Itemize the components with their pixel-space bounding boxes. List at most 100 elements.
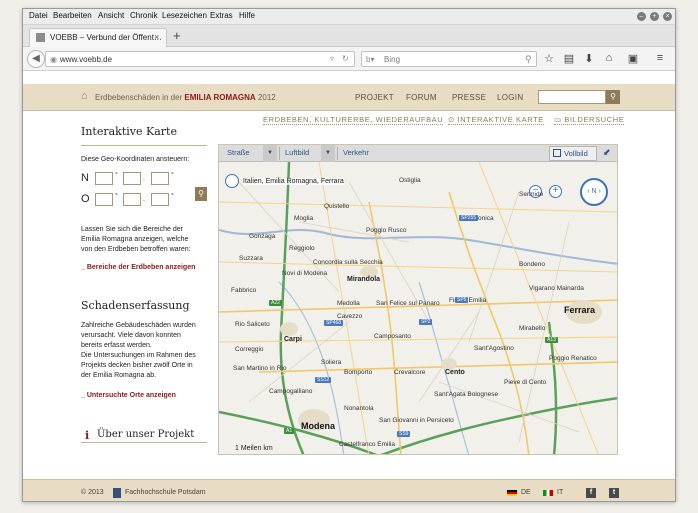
map-place-label: Cavezzo (337, 313, 363, 320)
nav-login[interactable]: LOGIN (497, 93, 523, 102)
map-aerial-button[interactable]: Luftbild (285, 148, 309, 157)
map-place-label: Campogalliano (269, 388, 313, 395)
map-location-label: Italien, Emilia Romagna, Ferrara (243, 178, 344, 185)
map-road-button[interactable]: Straße (227, 148, 250, 157)
search-bar[interactable]: b▾ Bing ⚲ (361, 51, 537, 67)
map-place-label: Concordia sulla Secchia (313, 259, 383, 266)
facebook-icon[interactable]: f (586, 488, 596, 498)
url-text[interactable]: www.voebb.de (60, 55, 112, 64)
subnav-karte-label: INTERAKTIVE KARTE (457, 115, 544, 124)
subnav-erdbeben[interactable]: ERDBEBEN, KULTURERBE, WIEDERAUFBAU (263, 115, 444, 125)
language-it[interactable]: IT (557, 489, 563, 496)
navigation-bar: ◀ ◉ www.voebb.de ▿ ↻ b▾ Bing ⚲ ☆ ▤ ⬇ ⌂ ▣… (23, 47, 675, 71)
north-seconds-input[interactable] (151, 172, 169, 185)
show-quake-areas-link[interactable]: _ Bereiche der Erdbeben anzeigen (81, 264, 195, 271)
close-window-icon[interactable]: × (663, 12, 672, 21)
tab-voebb[interactable]: VOEBB – Verbund der Öffent… × (29, 28, 167, 47)
collapse-arrow-icon[interactable]: ⬋ (603, 147, 611, 158)
menu-ansicht[interactable]: Ansicht (98, 11, 124, 20)
tab-close-icon[interactable]: × (154, 32, 159, 42)
tab-strip: VOEBB – Verbund der Öffent… × + (23, 25, 675, 47)
menu-extras[interactable]: Extras (210, 11, 233, 20)
damage-text-1: Zahlreiche Gebäudeschäden wurden (81, 322, 196, 329)
url-bar[interactable]: ◉ www.voebb.de ▿ ↻ (45, 51, 355, 67)
nav-forum[interactable]: FORUM (406, 93, 437, 102)
map-place-label: Rio Saliceto (235, 321, 270, 328)
show-places-link[interactable]: _ Untersuchte Orte anzeigen (81, 392, 176, 399)
geo-label: Diese Geo-Koordinaten ansteuern: (81, 156, 190, 163)
institution-link[interactable]: Fachhochschule Potsdam (125, 489, 206, 496)
map-place-label: San Felice sul Panaro (376, 300, 440, 307)
title-prefix: Erdbebenschäden in der (95, 93, 183, 102)
locate-me-icon[interactable] (225, 174, 239, 188)
chevron-down-icon[interactable]: ▼ (321, 145, 335, 162)
reload-icon[interactable]: ↻ (342, 54, 349, 63)
map-place-label: San Giovanni in Persiceto (379, 417, 454, 424)
map-traffic-button[interactable]: Verkehr (343, 148, 369, 157)
areas-text-2: Emilia Romagna anzeigen, welche (81, 236, 189, 243)
map-pin-icon: ⊙ (448, 115, 458, 124)
hamburger-menu-icon[interactable]: ≡ (653, 52, 667, 64)
site-search-icon[interactable]: ⚲ (606, 90, 620, 104)
twitter-icon[interactable]: t (609, 488, 619, 498)
menu-bar: Datei Bearbeiten Ansicht Chronik Lesezei… (23, 9, 675, 25)
bookmark-list-icon[interactable]: ▤ (562, 52, 576, 65)
menu-lesezeichen[interactable]: Lesezeichen (162, 11, 207, 20)
search-engine-icon[interactable]: b▾ (366, 55, 374, 64)
home-icon[interactable]: ⌂ (81, 90, 88, 102)
interactive-map[interactable]: Straße ▼ Luftbild ▼ Verkehr Vollbild ⬋ I… (218, 144, 618, 455)
chevron-down-icon[interactable]: ▼ (263, 145, 277, 162)
download-icon[interactable]: ⬇ (582, 52, 596, 65)
map-place-label: Castelfranco Emilia (339, 441, 395, 448)
zoom-in-icon[interactable]: + (549, 185, 562, 198)
info-icon: i (85, 429, 90, 442)
menu-datei[interactable]: Datei (29, 11, 48, 20)
minimize-icon[interactable]: – (637, 12, 646, 21)
map-place-label: Bomporto (344, 369, 373, 376)
divider (81, 145, 207, 146)
italian-flag-icon (543, 490, 553, 496)
fullscreen-button[interactable]: Vollbild (549, 146, 597, 161)
north-label: N (81, 172, 89, 184)
nav-projekt[interactable]: PROJEKT (355, 93, 394, 102)
locate-pin-icon[interactable]: ⚲ (195, 187, 207, 201)
menu-chronik[interactable]: Chronik (130, 11, 158, 20)
road-shield: SP255 (459, 215, 479, 221)
menu-hilfe[interactable]: Hilfe (239, 11, 255, 20)
screenshot-icon[interactable]: ▣ (626, 52, 640, 65)
degree-sign: ° (171, 172, 174, 179)
map-toolbar: Straße ▼ Luftbild ▼ Verkehr Vollbild ⬋ (219, 145, 617, 162)
east-minutes-input[interactable] (123, 193, 141, 206)
maximize-icon[interactable]: + (650, 12, 659, 21)
degree-sign: ° (171, 193, 174, 200)
about-project-link[interactable]: i Über unser Projekt (81, 429, 207, 443)
bookmark-star-icon[interactable]: ☆ (542, 52, 556, 65)
tab-title: VOEBB – Verbund der Öffent… (50, 33, 162, 42)
dropdown-icon[interactable]: ▿ (330, 54, 334, 63)
map-place-label: Novi di Modena (282, 270, 328, 277)
road-shield: A1 (284, 428, 295, 434)
east-degrees-input[interactable] (95, 193, 113, 206)
home-browser-icon[interactable]: ⌂ (602, 52, 616, 64)
road-shield: A13 (545, 337, 558, 343)
nav-presse[interactable]: PRESSE (452, 93, 486, 102)
east-seconds-input[interactable] (151, 193, 169, 206)
subnav-interaktive-karte[interactable]: ⊙ INTERAKTIVE KARTE (448, 115, 544, 125)
north-degrees-input[interactable] (95, 172, 113, 185)
site-title[interactable]: Erdbebenschäden in der EMILIA ROMAGNA 20… (95, 93, 276, 102)
map-place-label: Fabbrico (231, 287, 257, 294)
map-place-label: Soliera (321, 359, 342, 366)
road-shield: SP2 (419, 319, 433, 325)
map-place-label: Reggiolo (289, 245, 315, 252)
search-icon[interactable]: ⚲ (525, 54, 532, 65)
language-de[interactable]: DE (521, 489, 531, 496)
damage-section-title: Schadenserfassung (81, 299, 190, 312)
back-icon[interactable]: ◀ (27, 50, 45, 68)
new-tab-icon[interactable]: + (173, 28, 181, 43)
site-search-input[interactable] (538, 90, 606, 104)
map-place-label: Gonzaga (249, 233, 276, 240)
subnav-bildersuche[interactable]: ▭ BILDERSUCHE (554, 115, 625, 125)
compass-pan-icon[interactable]: ‹ N › (580, 178, 608, 206)
north-minutes-input[interactable] (123, 172, 141, 185)
menu-bearbeiten[interactable]: Bearbeiten (53, 11, 92, 20)
